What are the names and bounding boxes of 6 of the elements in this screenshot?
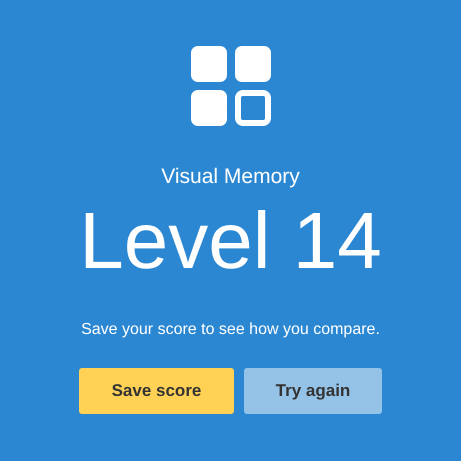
game-title: Visual Memory bbox=[161, 165, 300, 189]
save-score-button[interactable]: Save score bbox=[79, 368, 234, 414]
grid-icon bbox=[190, 46, 270, 126]
message-text: Save your score to see how you compare. bbox=[81, 320, 380, 340]
level-result: Level 14 bbox=[79, 195, 382, 287]
try-again-button[interactable]: Try again bbox=[244, 368, 382, 414]
